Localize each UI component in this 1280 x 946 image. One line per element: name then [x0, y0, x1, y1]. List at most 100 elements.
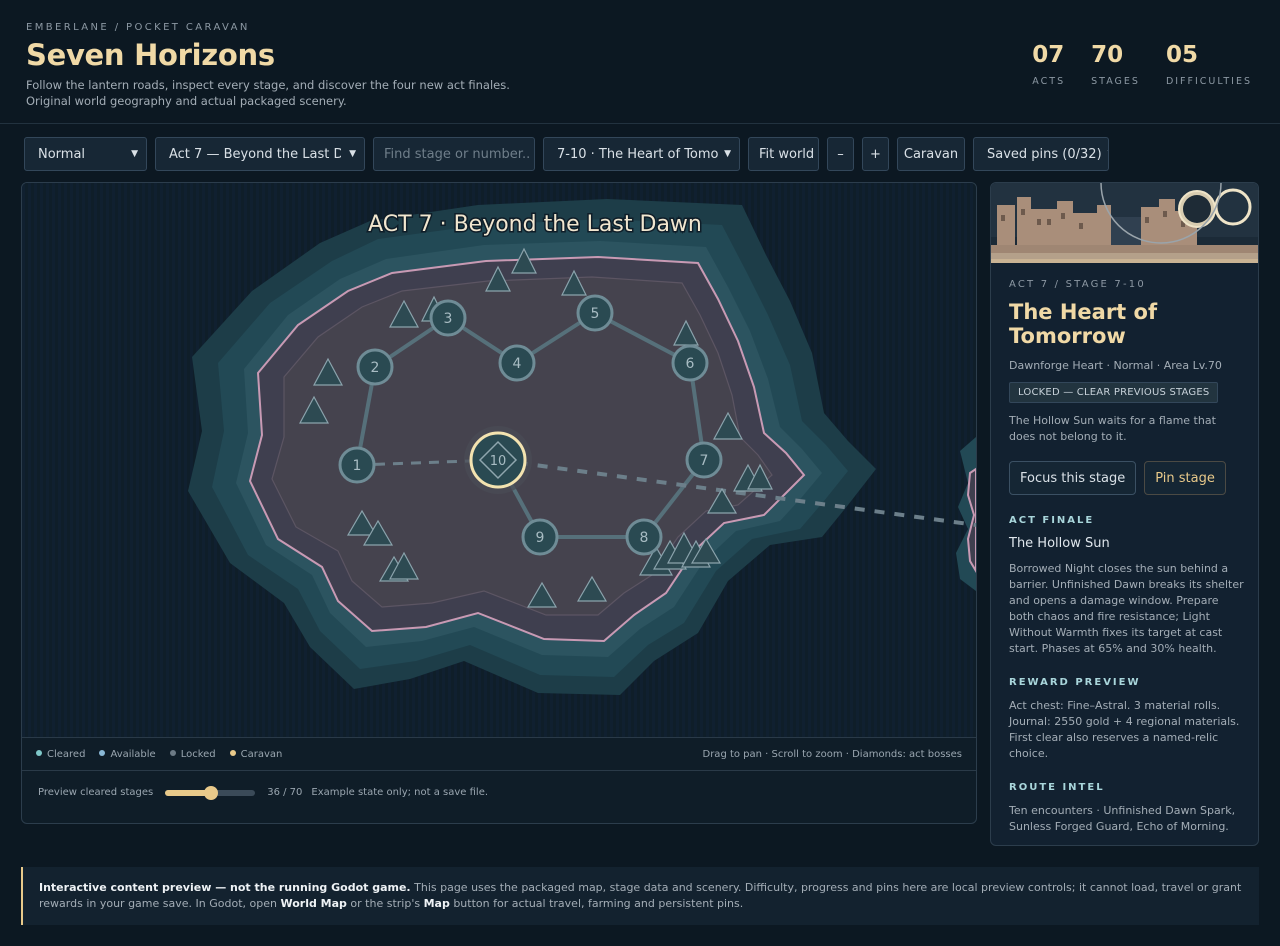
notice-mid: or the strip's: [346, 897, 424, 910]
saved-pins-value: Saved pins (0/32): [987, 146, 1102, 162]
preview-note: Example state only; not a save file.: [311, 787, 489, 798]
preview-notice: Interactive content preview — not the ru…: [21, 867, 1259, 925]
stage-node-label: 1: [353, 458, 362, 474]
act-select[interactable]: Act 7 — Beyond the Last Dawn ▼: [155, 137, 365, 171]
legend-dot: [99, 750, 106, 756]
chevron-down-icon: ▼: [1108, 149, 1109, 159]
stage-node-label: 9: [536, 530, 545, 546]
stage-kicker: ACT 7 / STAGE 7-10: [1009, 279, 1146, 290]
stage-node[interactable]: 4: [498, 344, 536, 382]
stage-node[interactable]: 2: [356, 348, 394, 386]
stage-node[interactable]: 6: [671, 344, 709, 382]
stage-node-label: 2: [371, 360, 380, 376]
fit-world-button[interactable]: Fit world: [748, 137, 819, 171]
legend-label: Locked: [180, 749, 216, 760]
stage-meta: Dawnforge Heart · Normal · Area Lv.70: [1009, 359, 1222, 372]
page-title: Seven Horizons: [26, 38, 275, 72]
saved-pins-select[interactable]: Saved pins (0/32) ▼: [973, 137, 1109, 171]
caravan-button[interactable]: Caravan: [897, 137, 965, 171]
stage-node-label: 4: [513, 356, 522, 372]
stat-label: ACTS: [1032, 76, 1066, 87]
slider-handle[interactable]: [204, 785, 219, 800]
breadcrumb: EMBERLANE / POCKET CARAVAN: [26, 22, 250, 33]
world-map-svg[interactable]: ACT 7 · Beyond the Last Dawn 1 2 3 4 5 6…: [22, 183, 976, 737]
preview-label: Preview cleared stages: [38, 787, 154, 798]
pin-stage-button[interactable]: Pin stage: [1144, 461, 1226, 495]
notice-map: Map: [423, 897, 450, 910]
map-panel: ACT 7 · Beyond the Last Dawn 1 2 3 4 5 6…: [21, 182, 977, 824]
legend-locked: Locked: [169, 749, 216, 760]
stage-title: The Heart of Tomorrow: [1009, 300, 1158, 348]
route-text: Ten encounters · Unfinished Dawn Spark, …: [1009, 804, 1236, 833]
stage-node-label: 6: [686, 356, 695, 372]
status-badge: LOCKED — CLEAR PREVIOUS STAGES: [1009, 382, 1219, 403]
focus-stage-button[interactable]: Focus this stage: [1009, 461, 1137, 495]
legend-available: Available: [99, 749, 156, 760]
finale-heading: ACT FINALE: [1009, 515, 1095, 526]
stage-node[interactable]: 3: [429, 299, 467, 337]
stat-stages: 70 STAGES: [1091, 42, 1140, 87]
zoom-in-button[interactable]: +: [862, 137, 889, 171]
stat-value: 07: [1032, 42, 1065, 68]
stage-detail-body: ACT 7 / STAGE 7-10 The Heart of Tomorrow…: [1009, 279, 1245, 835]
page-subtitle: Follow the lantern roads, inspect every …: [26, 78, 510, 108]
map-legend: Cleared Available Locked Caravan: [36, 749, 282, 760]
stage-node-label: 8: [640, 530, 649, 546]
stat-difficulties: 05 DIFFICULTIES: [1166, 42, 1252, 87]
chevron-down-icon: ▼: [724, 149, 731, 159]
legend-dot: [229, 750, 236, 756]
stage-scenery-image: [991, 183, 1258, 263]
map-hint: Drag to pan · Scroll to zoom · Diamonds:…: [702, 749, 963, 760]
stat-label: STAGES: [1091, 76, 1140, 87]
stat-value: 05: [1165, 42, 1198, 68]
act-map-label: ACT 7 · Beyond the Last Dawn: [368, 212, 702, 237]
chevron-down-icon: ▼: [131, 149, 138, 159]
finale-text: Borrowed Night closes the sun behind a b…: [1009, 562, 1244, 655]
page-header: EMBERLANE / POCKET CARAVAN Seven Horizon…: [0, 0, 1280, 124]
zoom-out-button[interactable]: –: [827, 137, 854, 171]
stage-node-label: 5: [591, 306, 600, 322]
notice-world-map: World Map: [280, 897, 347, 910]
reward-text: Act chest: Fine–Astral. 3 material rolls…: [1009, 699, 1240, 760]
difficulty-select-value: Normal: [38, 146, 86, 162]
stage-description: The Hollow Sun waits for a flame that do…: [1009, 414, 1216, 443]
legend-label: Cleared: [47, 749, 86, 760]
preview-cleared-slider[interactable]: [165, 785, 256, 800]
stage-node[interactable]: 8: [625, 518, 663, 556]
legend-cleared: Cleared: [36, 749, 85, 760]
notice-tail: button for actual travel, farming and pe…: [449, 897, 744, 910]
stage-node-label: 3: [444, 311, 453, 327]
route-heading: ROUTE INTEL: [1009, 782, 1105, 793]
legend-caravan: Caravan: [229, 749, 283, 760]
preview-count: 36 / 70: [267, 787, 303, 798]
legend-dot: [36, 750, 42, 756]
stat-acts: 07 ACTS: [1032, 42, 1065, 87]
finale-title: The Hollow Sun: [1009, 536, 1110, 551]
stage-search-input[interactable]: Find stage or number..: [373, 137, 535, 171]
legend-label: Available: [110, 749, 156, 760]
legend-label: Caravan: [240, 749, 283, 760]
preview-cleared-row: Preview cleared stages 36 / 70 Example s…: [38, 785, 489, 800]
act-select-value: Act 7 — Beyond the Last Dawn: [169, 146, 341, 162]
stage-node[interactable]: 5: [576, 294, 614, 332]
stage-node[interactable]: 7: [685, 441, 723, 479]
notice-lead: Interactive content preview — not the ru…: [39, 881, 411, 894]
map-legend-bar: Cleared Available Locked Caravan Drag to…: [22, 737, 976, 771]
difficulty-select[interactable]: Normal ▼: [24, 137, 147, 171]
stage-node[interactable]: 9: [521, 518, 559, 556]
toolbar: Normal ▼ Act 7 — Beyond the Last Dawn ▼ …: [24, 137, 1109, 171]
stat-label: DIFFICULTIES: [1165, 76, 1252, 87]
stage-select[interactable]: 7-10 · The Heart of Tomorrow ▼: [543, 137, 740, 171]
stat-value: 70: [1091, 42, 1124, 68]
world-map-canvas[interactable]: ACT 7 · Beyond the Last Dawn 1 2 3 4 5 6…: [22, 183, 976, 737]
stage-actions: Focus this stage Pin stage: [1009, 461, 1245, 495]
reward-heading: REWARD PREVIEW: [1009, 677, 1141, 688]
legend-dot: [169, 750, 176, 756]
stage-select-value: 7-10 · The Heart of Tomorrow: [557, 146, 719, 162]
boss-stage-node[interactable]: 10: [464, 426, 532, 494]
stats-group: 07 ACTS 70 STAGES 05 DIFFICULTIES: [1032, 42, 1252, 87]
search-placeholder: Find stage or number..: [384, 146, 531, 162]
stage-detail-panel: ACT 7 / STAGE 7-10 The Heart of Tomorrow…: [990, 182, 1259, 846]
stage-node[interactable]: 1: [338, 446, 376, 484]
stage-node-label: 7: [700, 453, 709, 469]
